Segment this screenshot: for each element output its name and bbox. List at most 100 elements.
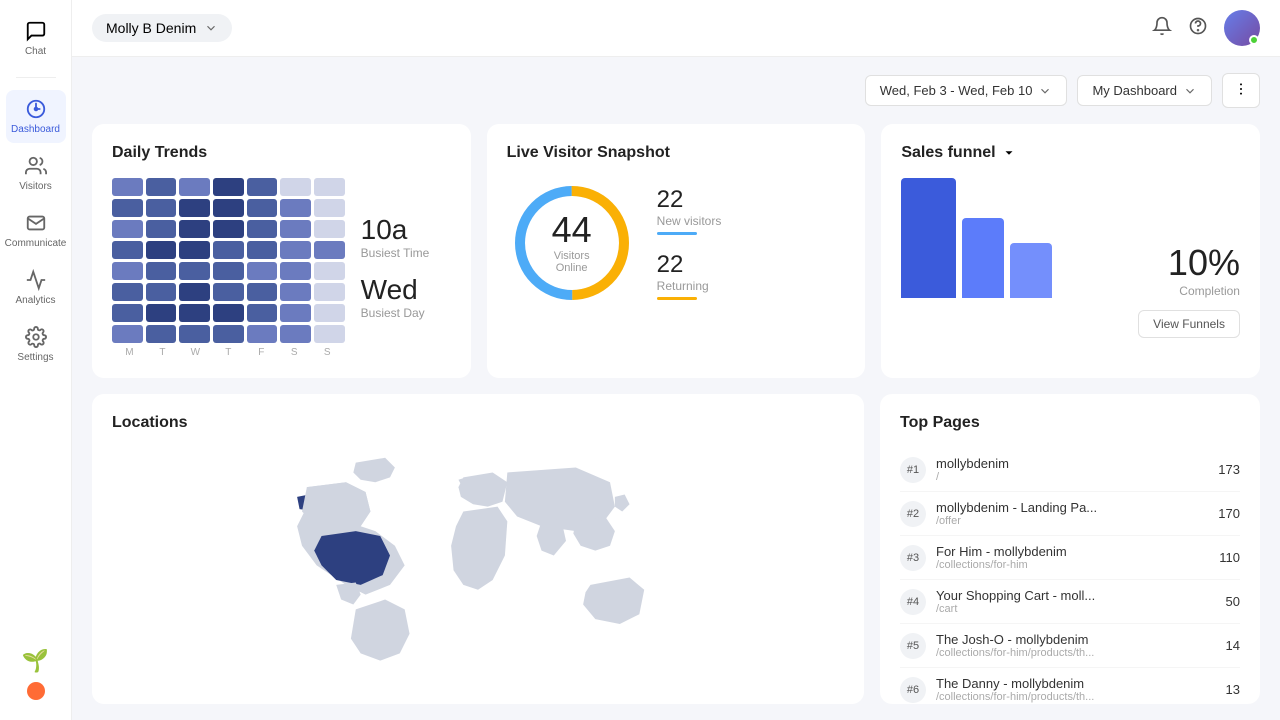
list-item[interactable]: #5 The Josh-O - mollybdenim /collections… [900,624,1240,668]
list-item[interactable]: #6 The Danny - mollybdenim /collections/… [900,668,1240,704]
heatmap-cell [247,304,278,322]
sidebar-item-communicate[interactable]: Communicate [6,204,66,257]
header: Molly B Denim [72,0,1280,57]
page-url: /offer [936,515,1208,527]
heatmap-cell [112,304,143,322]
calendar-chevron-icon [1038,84,1052,98]
top-row-cards: Daily Trends M T W T F S S [92,124,1260,378]
chat-icon [25,20,47,42]
filter-bar: Wed, Feb 3 - Wed, Feb 10 My Dashboard [92,73,1260,108]
live-visitor-title: Live Visitor Snapshot [507,144,846,162]
help-icon[interactable] [1188,16,1208,41]
avatar-online-dot [1249,35,1259,45]
busiest-day-stat: Wed Busiest Day [361,276,451,320]
page-name: The Danny - mollybdenim [936,676,1216,691]
list-item[interactable]: #2 mollybdenim - Landing Pa... /offer 17… [900,492,1240,536]
heatmap-cell [280,199,311,217]
sidebar-item-chat[interactable]: Chat [6,12,66,65]
date-range-label: Wed, Feb 3 - Wed, Feb 10 [880,83,1033,98]
store-selector[interactable]: Molly B Denim [92,14,232,42]
heatmap-cell [146,325,177,343]
heatmap-day-t1: T [146,347,179,358]
pages-list: #1 mollybdenim / 173 #2 mollybdenim - La… [900,448,1240,704]
view-funnels-button[interactable]: View Funnels [1138,310,1240,338]
heatmap-wrapper: M T W T F S S [112,178,345,358]
donut-center: 44 Visitors Online [539,212,604,274]
heatmap-cell [314,220,345,238]
visitors-count: 44 [539,212,604,248]
avatar[interactable] [1224,10,1260,46]
list-item[interactable]: #4 Your Shopping Cart - moll... /cart 50 [900,580,1240,624]
visitor-stats: 22 New visitors 22 Returning [657,186,722,300]
new-visitors-stat: 22 New visitors [657,186,722,235]
new-visitors-label: New visitors [657,214,722,228]
date-range-button[interactable]: Wed, Feb 3 - Wed, Feb 10 [865,75,1068,106]
page-count: 14 [1226,638,1240,653]
more-options-button[interactable] [1222,73,1260,108]
heatmap-day-s2: S [311,347,344,358]
heatmap-cell [280,304,311,322]
visitors-icon [25,155,47,177]
notification-dot[interactable] [27,682,45,700]
dashboard-selector-button[interactable]: My Dashboard [1077,75,1212,106]
store-name: Molly B Denim [106,20,196,36]
trends-content: M T W T F S S 10a Busiest Time [112,178,451,358]
list-item[interactable]: #1 mollybdenim / 173 [900,448,1240,492]
heatmap-cell [179,178,210,196]
sidebar-item-analytics[interactable]: Analytics [6,261,66,314]
heatmap-day-f: F [245,347,278,358]
heatmap-cell [112,262,143,280]
heatmap-cell [280,325,311,343]
heatmap-cell [112,283,143,301]
locations-card: Locations [92,394,864,704]
heatmap-cell [112,220,143,238]
more-dots-icon [1233,81,1249,97]
heatmap-cell [112,178,143,196]
funnel-bar-2 [962,218,1004,298]
page-url: /collections/for-him [936,559,1209,571]
busiest-time-label: Busiest Time [361,246,451,260]
page-count: 13 [1226,682,1240,697]
list-item[interactable]: #3 For Him - mollybdenim /collections/fo… [900,536,1240,580]
heatmap-cell [146,241,177,259]
sidebar-item-dashboard[interactable]: Dashboard [6,90,66,143]
funnel-bar-1 [901,178,956,298]
new-visitors-count: 22 [657,186,722,214]
page-rank: #1 [900,457,926,483]
page-rank: #2 [900,501,926,527]
heatmap-cell [247,199,278,217]
heatmap-cell [146,283,177,301]
page-url: /collections/for-him/products/th... [936,647,1216,659]
heatmap-day-s1: S [278,347,311,358]
heatmap-cell [314,241,345,259]
heatmap-grid [112,178,345,343]
communicate-icon [25,212,47,234]
heatmap-day-t2: T [212,347,245,358]
heatmap-cell [247,325,278,343]
donut-chart: 44 Visitors Online [507,178,637,308]
heatmap-cell [213,220,244,238]
heatmap-cell [146,178,177,196]
sidebar-chat-label: Chat [25,46,46,57]
dashboard-icon [25,98,47,120]
page-info: For Him - mollybdenim /collections/for-h… [936,544,1209,571]
heatmap-cell [247,262,278,280]
funnel-completion: 10% Completion [1168,242,1240,298]
heatmap-day-m: M [113,347,146,358]
settings-icon [25,326,47,348]
heatmap-days: M T W T F S S [112,347,345,358]
page-name: mollybdenim [936,456,1208,471]
header-right [1152,10,1260,46]
page-rank: #4 [900,589,926,615]
sidebar-item-visitors[interactable]: Visitors [6,147,66,200]
heatmap-cell [213,304,244,322]
daily-trends-title: Daily Trends [112,144,451,162]
heatmap-cell [179,241,210,259]
page-info: The Josh-O - mollybdenim /collections/fo… [936,632,1216,659]
page-count: 170 [1218,506,1240,521]
sidebar-item-settings[interactable]: Settings [6,318,66,371]
page-url: / [936,471,1208,483]
page-rank: #6 [900,677,926,703]
notification-bell-icon[interactable] [1152,16,1172,41]
heatmap-cell [112,199,143,217]
